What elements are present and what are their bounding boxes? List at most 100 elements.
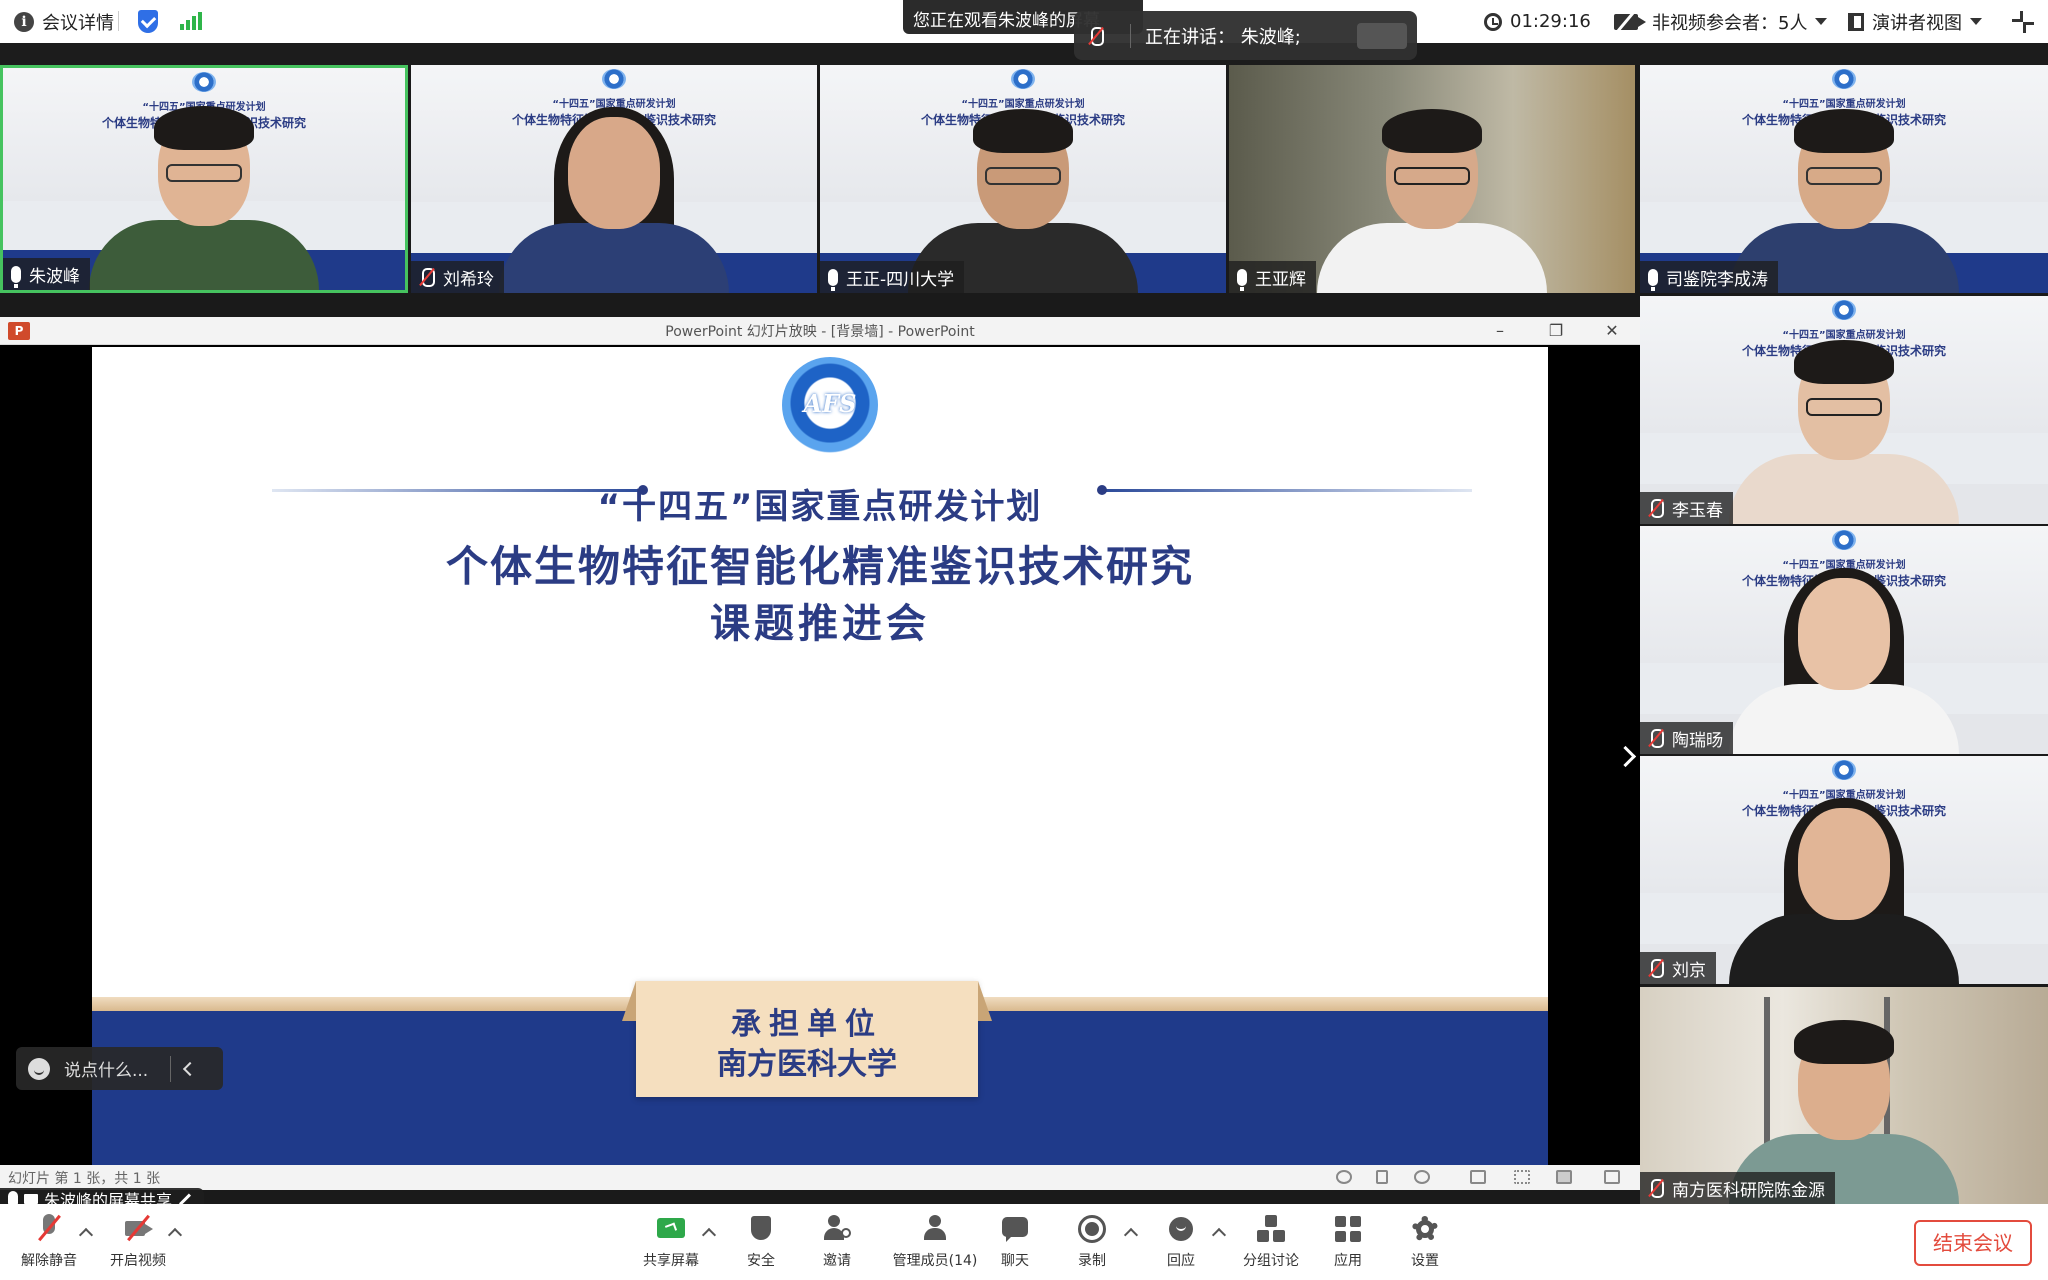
afs-logo bbox=[1832, 69, 1856, 89]
meeting-toolbar: 解除静音 开启视频 共享屏幕 安全 邀请 管理成员(14) 聊天 录制 回应 分… bbox=[0, 1204, 2048, 1280]
slide-heading-1: “十四五”国家重点研发计划 bbox=[597, 487, 1043, 527]
camera-off-icon bbox=[1614, 13, 1646, 30]
active-speaker-banner: 正在讲话： 朱波峰; bbox=[1074, 11, 1417, 60]
afs-logo bbox=[1832, 300, 1856, 320]
speaker-view-icon bbox=[1848, 12, 1864, 31]
reading-view-icon[interactable] bbox=[1556, 1170, 1572, 1184]
chevron-left-icon[interactable] bbox=[183, 1061, 198, 1076]
participant-avatars bbox=[1357, 23, 1407, 49]
timer-text: 01:29:16 bbox=[1510, 11, 1591, 32]
comment-input[interactable]: 说点什么... bbox=[16, 1047, 223, 1090]
chat-label: 聊天 bbox=[1001, 1253, 1029, 1269]
gear-icon bbox=[1410, 1214, 1440, 1244]
view-mode-dropdown[interactable]: 演讲者视图 bbox=[1848, 9, 1982, 35]
participant-video bbox=[1317, 109, 1547, 293]
manage-members-label: 管理成员(14) bbox=[892, 1253, 978, 1269]
participant-name: 王正-四川大学 bbox=[846, 269, 955, 290]
logo-text: AFS bbox=[803, 389, 857, 418]
afs-logo bbox=[1832, 530, 1856, 550]
afs-logo bbox=[602, 69, 626, 89]
invite-label: 邀请 bbox=[823, 1253, 851, 1269]
participant-nametag: 刘京 bbox=[1640, 952, 1716, 984]
organizer-plaque: 承担单位 南方医科大学 bbox=[622, 981, 992, 1097]
close-icon[interactable]: ✕ bbox=[1592, 317, 1632, 345]
apps-label: 应用 bbox=[1334, 1253, 1362, 1269]
chat-icon bbox=[1000, 1214, 1030, 1244]
participant-name: 李玉春 bbox=[1672, 500, 1723, 521]
invite-button[interactable]: 邀请 bbox=[792, 1214, 882, 1270]
start-video-button[interactable]: 开启视频 bbox=[93, 1214, 183, 1270]
participant-name: 王亚辉 bbox=[1255, 269, 1306, 290]
apps-grid-icon bbox=[1333, 1214, 1363, 1244]
share-screen-button[interactable]: 共享屏幕 bbox=[626, 1214, 716, 1270]
reactions-button[interactable]: 回应 bbox=[1136, 1214, 1226, 1270]
settings-button[interactable]: 设置 bbox=[1380, 1214, 1470, 1270]
participant-video bbox=[1729, 340, 1959, 524]
participant-name: 陶瑞旸 bbox=[1672, 730, 1723, 751]
mic-muted-icon bbox=[419, 268, 435, 287]
video-tile[interactable]: 王亚辉 bbox=[1229, 65, 1635, 293]
plaque-line-2: 南方医科大学 bbox=[717, 1047, 897, 1082]
video-tile[interactable]: “十四五”国家重点研发计划 个体生物特征智能化精准鉴识技术研究 刘希玲 bbox=[411, 65, 817, 293]
video-tile[interactable]: “十四五”国家重点研发计划 个体生物特征智能化精准鉴识技术研究 刘京 bbox=[1640, 756, 2048, 984]
active-speaker-text: 正在讲话： 朱波峰; bbox=[1145, 26, 1301, 48]
reactions-icon bbox=[1166, 1214, 1196, 1244]
slide-sorter-icon[interactable] bbox=[1514, 1170, 1530, 1184]
participant-name: 南方医科研院陈金源 bbox=[1672, 1180, 1825, 1201]
mic-muted-icon bbox=[1648, 729, 1664, 748]
normal-view-icon[interactable] bbox=[1470, 1170, 1486, 1184]
video-tile[interactable]: “十四五”国家重点研发计划 个体生物特征智能化精准鉴识技术研究 李玉春 bbox=[1640, 296, 2048, 524]
chevron-down-icon bbox=[1970, 18, 1982, 25]
meeting-timer: 01:29:16 bbox=[1484, 11, 1591, 32]
screen-icon bbox=[24, 1194, 38, 1204]
participant-name: 朱波峰 bbox=[29, 266, 80, 287]
meeting-details-label: 会议详情 bbox=[42, 12, 114, 34]
slide-menu-icon[interactable] bbox=[1376, 1170, 1388, 1184]
share-screen-icon bbox=[656, 1214, 686, 1244]
members-icon bbox=[920, 1214, 950, 1244]
mic-muted-icon bbox=[1648, 959, 1664, 978]
mic-icon bbox=[1237, 268, 1247, 291]
record-button[interactable]: 录制 bbox=[1047, 1214, 1137, 1270]
video-tile-active-speaker[interactable]: “十四五”国家重点研发计划 个体生物特征智能化精准鉴识技术研究 朱波峰 bbox=[0, 65, 408, 293]
presentation-slide: AFS “十四五”国家重点研发计划 个体生物特征智能化精准鉴识技术研究 课题推进… bbox=[92, 347, 1548, 1165]
participant-name: 刘京 bbox=[1672, 960, 1706, 981]
unmute-button[interactable]: 解除静音 bbox=[4, 1214, 94, 1270]
exit-fullscreen-icon[interactable] bbox=[2012, 11, 2034, 33]
invite-user-icon bbox=[822, 1214, 852, 1244]
video-tile[interactable]: “十四五”国家重点研发计划 个体生物特征智能化精准鉴识技术研究 司鉴院李成涛 bbox=[1640, 65, 2048, 293]
minimize-icon[interactable]: – bbox=[1480, 317, 1520, 345]
security-icon bbox=[746, 1214, 776, 1244]
non-video-participants-dropdown[interactable]: 非视频参会者：5人 bbox=[1614, 9, 1828, 35]
next-slide-icon[interactable] bbox=[1414, 1170, 1430, 1184]
emoji-icon[interactable] bbox=[28, 1057, 50, 1080]
video-tile[interactable]: “十四五”国家重点研发计划 个体生物特征智能化精准鉴识技术研究 王正-四川大学 bbox=[820, 65, 1226, 293]
video-tile[interactable]: “十四五”国家重点研发计划 个体生物特征智能化精准鉴识技术研究 陶瑞旸 bbox=[1640, 526, 2048, 754]
settings-label: 设置 bbox=[1411, 1253, 1439, 1269]
meeting-window: i 会议详情 01:29:16 非视频参会者：5人 演讲者视图 您正在观看朱波峰… bbox=[0, 0, 2048, 1280]
video-off-icon bbox=[123, 1214, 153, 1244]
record-label: 录制 bbox=[1078, 1253, 1106, 1269]
chevron-down-icon bbox=[1815, 18, 1828, 25]
slideshow-icon[interactable] bbox=[1604, 1170, 1620, 1184]
info-icon: i bbox=[14, 11, 34, 32]
restore-icon[interactable]: ❐ bbox=[1536, 317, 1576, 345]
network-signal-icon[interactable] bbox=[180, 12, 202, 30]
next-page-arrow-icon[interactable] bbox=[1616, 742, 1636, 770]
plaque-line-1: 承担单位 bbox=[731, 1007, 883, 1042]
security-shield-icon[interactable] bbox=[138, 10, 158, 33]
participant-nametag: 王正-四川大学 bbox=[820, 261, 965, 293]
shared-screen-powerpoint[interactable]: P PowerPoint 幻灯片放映 - [背景墙] - PowerPoint … bbox=[0, 317, 1640, 1190]
start-video-label: 开启视频 bbox=[110, 1253, 166, 1269]
tile-strip-background bbox=[0, 43, 2048, 65]
participant-video bbox=[1729, 568, 1959, 754]
video-tile[interactable]: 南方医科研院陈金源 bbox=[1640, 987, 2048, 1204]
record-icon bbox=[1077, 1214, 1107, 1244]
ppt-title-bar: P PowerPoint 幻灯片放映 - [背景墙] - PowerPoint … bbox=[0, 317, 1640, 345]
banner-line-1: “十四五”国家重点研发计划 bbox=[1782, 99, 1906, 110]
end-meeting-button[interactable]: 结束会议 bbox=[1914, 1220, 2032, 1266]
view-mode-label: 演讲者视图 bbox=[1872, 12, 1962, 34]
previous-slide-icon[interactable] bbox=[1336, 1170, 1352, 1184]
meeting-details-button[interactable]: i 会议详情 bbox=[14, 9, 114, 35]
slide-heading-2: 个体生物特征智能化精准鉴识技术研究 bbox=[445, 542, 1194, 591]
